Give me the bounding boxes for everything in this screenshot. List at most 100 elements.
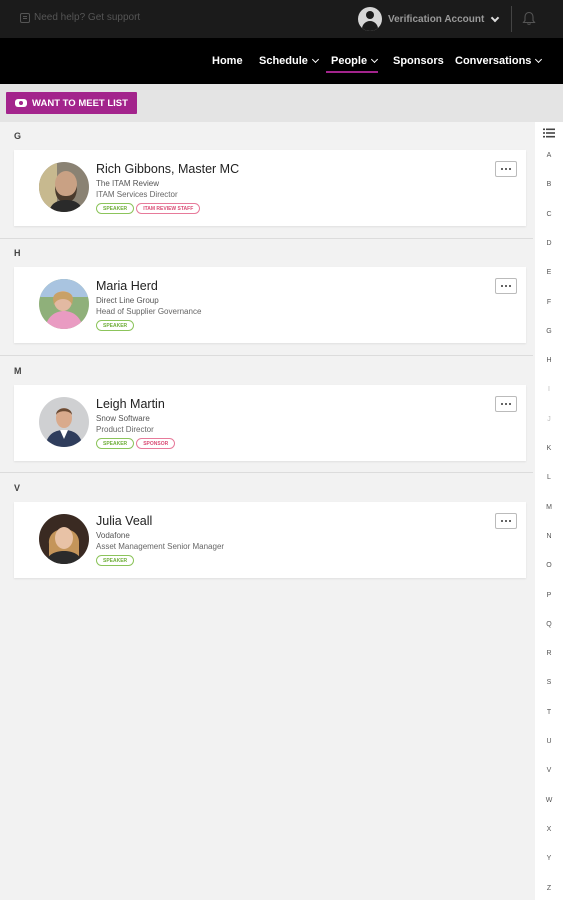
more-options-button[interactable] (495, 513, 517, 529)
alphabet-letter-y[interactable]: Y (535, 855, 563, 862)
dot-icon (504, 167, 508, 171)
chevron-down-icon (535, 55, 543, 64)
alphabet-letter-h[interactable]: H (535, 357, 563, 364)
bell-icon[interactable] (522, 11, 536, 26)
more-options-button[interactable] (495, 161, 517, 177)
person-tags: SPEAKER ITAM REVIEW STAFF (96, 203, 201, 214)
top-bar: Need help? Get support Verification Acco… (0, 0, 563, 38)
chat-icon (20, 12, 30, 23)
avatar (39, 162, 89, 212)
nav-conversations-label: Conversations (455, 55, 532, 67)
person-tags: SPEAKER (96, 555, 135, 566)
person-card[interactable]: Maria Herd Direct Line Group Head of Sup… (14, 267, 526, 343)
alphabet-letter-o[interactable]: O (535, 562, 563, 569)
dot-icon (500, 402, 504, 406)
help-text: Need help? Get support (34, 12, 141, 23)
alphabet-letter-u[interactable]: U (535, 738, 563, 745)
person-name[interactable]: Julia Veall (96, 514, 152, 528)
person-title: Head of Supplier Governance (96, 307, 202, 316)
section-divider (0, 355, 533, 356)
person-card[interactable]: Leigh Martin Snow Software Product Direc… (14, 385, 526, 461)
person-title: Product Director (96, 425, 154, 434)
avatar (39, 514, 89, 564)
person-company: Vodafone (96, 531, 130, 540)
alphabet-letter-w[interactable]: W (535, 797, 563, 804)
chevron-down-icon (371, 55, 379, 64)
nav-people-label: People (331, 55, 368, 67)
person-name[interactable]: Rich Gibbons, Master MC (96, 162, 239, 176)
alphabet-letter-p[interactable]: P (535, 592, 563, 599)
person-card[interactable]: Rich Gibbons, Master MC The ITAM Review … (14, 150, 526, 226)
alphabet-letter-l[interactable]: L (535, 474, 563, 481)
alphabet-letter-x[interactable]: X (535, 826, 563, 833)
main-nav: Home Schedule People Sponsors Conversati… (0, 38, 563, 84)
sponsor-tag: SPONSOR (136, 438, 176, 449)
alphabet-letter-t[interactable]: T (535, 709, 563, 716)
alphabet-letter-m[interactable]: M (535, 504, 563, 511)
active-tab-indicator (326, 71, 378, 73)
person-tags: SPEAKER SPONSOR (96, 438, 176, 449)
alphabet-letter-d[interactable]: D (535, 240, 563, 247)
help-link[interactable]: Need help? Get support (20, 12, 140, 23)
alphabet-letter-g[interactable]: G (535, 328, 563, 335)
nav-people[interactable]: People (331, 55, 379, 67)
alphabet-letter-i[interactable]: I (535, 386, 563, 393)
dot-icon (504, 519, 508, 523)
dot-icon (500, 167, 504, 171)
list-view-icon[interactable] (543, 128, 555, 138)
account-menu[interactable]: Verification Account (358, 7, 500, 31)
speaker-tag: SPEAKER (96, 555, 135, 566)
alphabet-letter-f[interactable]: F (535, 299, 563, 306)
person-company: Snow Software (96, 414, 150, 423)
nav-sponsors[interactable]: Sponsors (393, 55, 444, 67)
alphabet-letter-e[interactable]: E (535, 269, 563, 276)
nav-schedule-label: Schedule (259, 55, 308, 67)
alphabet-letter-b[interactable]: B (535, 181, 563, 188)
staff-tag: ITAM REVIEW STAFF (136, 203, 201, 214)
nav-conversations[interactable]: Conversations (455, 55, 543, 67)
dot-icon (508, 284, 512, 288)
nav-sponsors-label: Sponsors (393, 55, 444, 67)
nav-schedule[interactable]: Schedule (259, 55, 319, 67)
avatar (39, 397, 89, 447)
alphabet-letter-a[interactable]: A (535, 152, 563, 159)
dot-icon (508, 519, 512, 523)
dot-icon (500, 519, 504, 523)
person-name[interactable]: Maria Herd (96, 279, 158, 293)
speaker-tag: SPEAKER (96, 438, 135, 449)
speaker-tag: SPEAKER (96, 320, 135, 331)
more-options-button[interactable] (495, 396, 517, 412)
section-letter-m: M (14, 366, 22, 376)
want-to-meet-list-label: WANT TO MEET LIST (32, 97, 128, 109)
person-name[interactable]: Leigh Martin (96, 397, 165, 411)
alphabet-letter-k[interactable]: K (535, 445, 563, 452)
alphabet-index: A B C D E F G H I J K L M N O P Q R S T U V W X Y Z (535, 122, 563, 900)
section-letter-g: G (14, 131, 22, 141)
speaker-tag: SPEAKER (96, 203, 135, 214)
person-card[interactable]: Julia Veall Vodafone Asset Management Se… (14, 502, 526, 578)
dot-icon (504, 284, 508, 288)
person-tags: SPEAKER (96, 320, 135, 331)
alphabet-letter-z[interactable]: Z (535, 885, 563, 892)
meet-icon (15, 99, 28, 107)
alphabet-letter-n[interactable]: N (535, 533, 563, 540)
chevron-down-icon (311, 55, 319, 64)
person-title: Asset Management Senior Manager (96, 542, 225, 551)
more-options-button[interactable] (495, 278, 517, 294)
account-avatar-icon (358, 7, 382, 31)
alphabet-letter-j[interactable]: J (535, 416, 563, 423)
want-to-meet-list-button[interactable]: WANT TO MEET LIST (6, 92, 137, 114)
person-company: The ITAM Review (96, 179, 159, 188)
alphabet-letter-s[interactable]: S (535, 679, 563, 686)
nav-home[interactable]: Home (212, 55, 243, 67)
divider (511, 6, 512, 32)
alphabet-letter-v[interactable]: V (535, 767, 563, 774)
alphabet-letter-c[interactable]: C (535, 211, 563, 218)
dot-icon (508, 167, 512, 171)
section-letter-h: H (14, 248, 21, 258)
account-name: Verification Account (388, 13, 485, 25)
dot-icon (500, 284, 504, 288)
alphabet-letter-q[interactable]: Q (535, 621, 563, 628)
alphabet-letter-r[interactable]: R (535, 650, 563, 657)
person-title: ITAM Services Director (96, 190, 178, 199)
